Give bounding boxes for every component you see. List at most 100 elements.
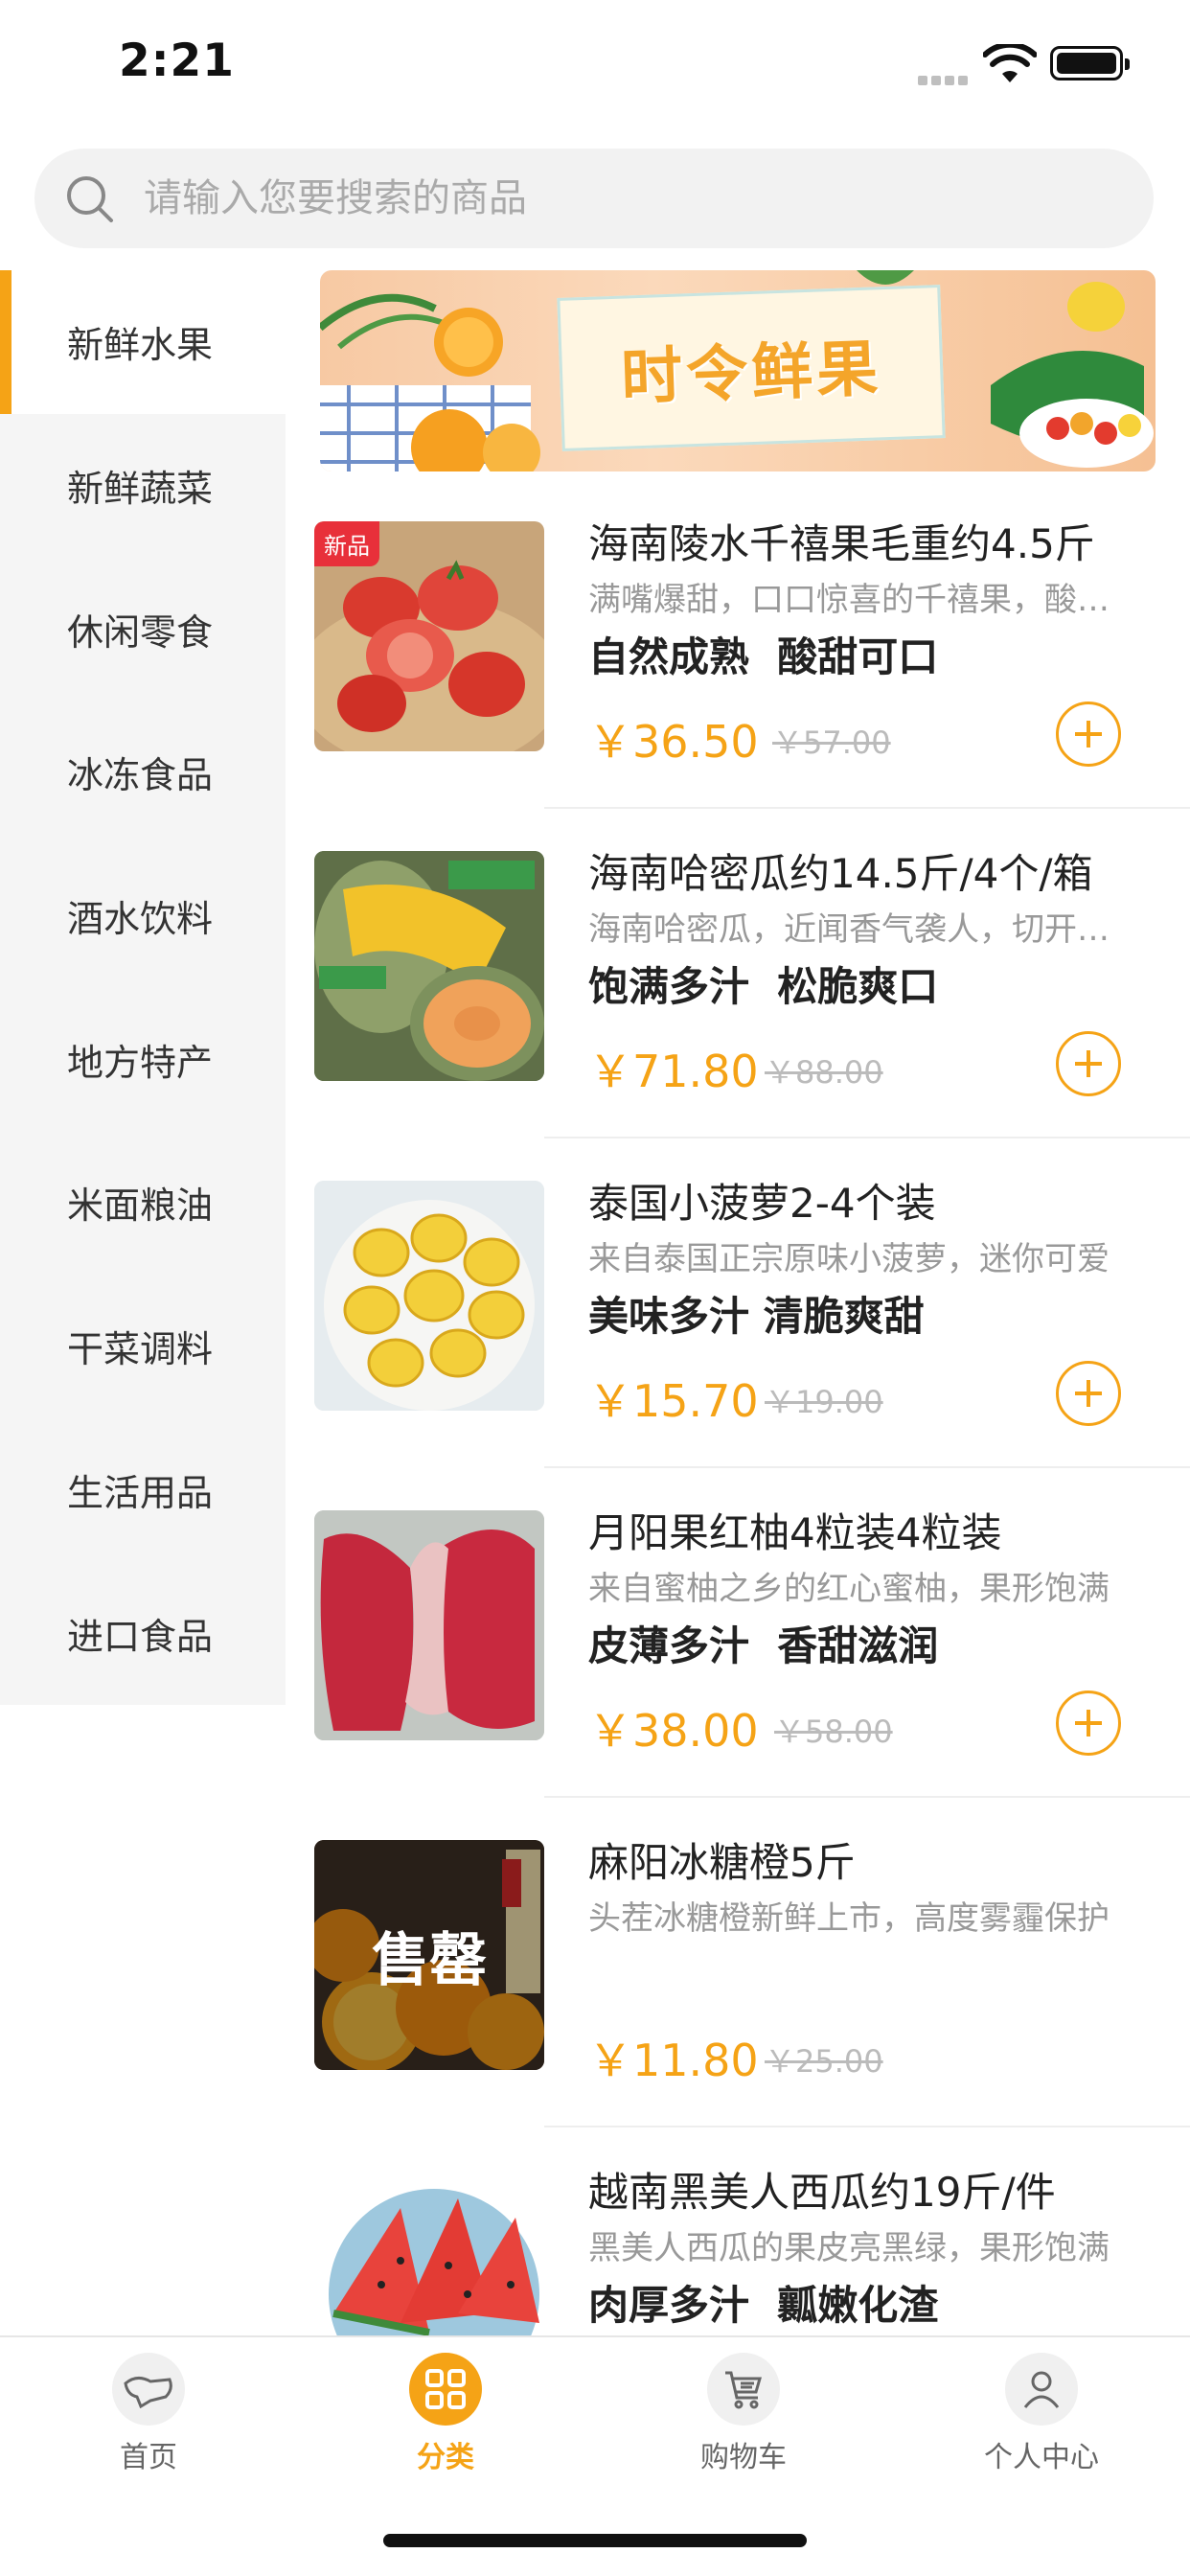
- product-original-price: ￥88.00: [765, 1054, 883, 1091]
- search-input[interactable]: [144, 149, 1102, 248]
- product-image-pomelo[interactable]: [314, 1510, 544, 1740]
- product-slogan: 饱满多汁 松脆爽口: [588, 963, 939, 1010]
- sidebar-item-drinks[interactable]: 酒水饮料: [0, 844, 286, 988]
- tab-home[interactable]: 首页: [53, 2353, 244, 2475]
- product-desc: 来自泰国正宗原味小菠萝，迷你可爱: [588, 1240, 1110, 1278]
- watermelon-image: [329, 2189, 539, 2335]
- product-item[interactable]: 泰国小菠萝2-4个装 来自泰国正宗原味小菠萝，迷你可爱 美味多汁 清脆爽甜 ￥1…: [286, 1138, 1190, 1468]
- sidebar-item-fresh-vegetables[interactable]: 新鲜蔬菜: [0, 414, 286, 558]
- sidebar-item-label: 生活用品: [67, 1471, 214, 1514]
- sidebar-item-label: 地方特产: [67, 1041, 214, 1084]
- add-to-cart-button[interactable]: [1056, 1031, 1121, 1096]
- product-item[interactable]: 越南黑美人西瓜约19斤/件 黑美人西瓜的果皮亮黑绿，果形饱满 肉厚多汁 瓤嫩化渣: [286, 2128, 1190, 2335]
- product-item[interactable]: 海南哈密瓜约14.5斤/4个/箱 海南哈密瓜，近闻香气袭人，切开果肉 饱满多汁 …: [286, 809, 1190, 1138]
- add-to-cart-button[interactable]: [1056, 1361, 1121, 1426]
- product-desc: 黑美人西瓜的果皮亮黑绿，果形饱满: [588, 2229, 1110, 2267]
- category-icon: [409, 2353, 482, 2426]
- product-image-watermelon[interactable]: [314, 2170, 544, 2335]
- wifi-icon: [983, 44, 1037, 82]
- status-time: 2:21: [119, 34, 235, 87]
- add-to-cart-button[interactable]: [1056, 702, 1121, 767]
- product-slogan: 皮薄多汁 香甜滋润: [588, 1622, 939, 1669]
- product-title[interactable]: 麻阳冰糖橙5斤: [588, 1830, 1125, 1889]
- sidebar-item-snacks[interactable]: 休闲零食: [0, 557, 286, 701]
- sidebar-item-grain-oil[interactable]: 米面粮油: [0, 1131, 286, 1275]
- sold-out-overlay: 售罄: [314, 1840, 544, 2070]
- product-original-price: ￥58.00: [774, 1714, 893, 1750]
- product-image-cantaloupe[interactable]: [314, 851, 544, 1081]
- sidebar-item-label: 干菜调料: [67, 1328, 214, 1371]
- product-title[interactable]: 海南哈密瓜约14.5斤/4个/箱: [588, 841, 1125, 900]
- tab-cart[interactable]: 购物车: [648, 2353, 839, 2475]
- sidebar-item-label: 进口食品: [67, 1615, 214, 1658]
- search-bar[interactable]: [34, 149, 1154, 248]
- product-title[interactable]: 海南陵水千禧果毛重约4.5斤: [588, 512, 1125, 570]
- sidebar-item-seasoning[interactable]: 干菜调料: [0, 1275, 286, 1418]
- tab-label: 首页: [120, 2441, 177, 2474]
- pomelo-image: [314, 1510, 544, 1740]
- product-item[interactable]: 新品 海南陵水千禧果毛重约4.5斤 满嘴爆甜，口口惊喜的千禧果，酸甜可口 自然成…: [286, 479, 1190, 809]
- product-list: 新品 海南陵水千禧果毛重约4.5斤 满嘴爆甜，口口惊喜的千禧果，酸甜可口 自然成…: [286, 479, 1190, 2335]
- sidebar-item-frozen-food[interactable]: 冰冻食品: [0, 701, 286, 844]
- product-slogan: 自然成熟 酸甜可口: [588, 633, 939, 680]
- product-title[interactable]: 月阳果红柚4粒装4粒装: [588, 1501, 1125, 1559]
- tab-category[interactable]: 分类: [350, 2353, 541, 2475]
- product-image-pineapple[interactable]: [314, 1181, 544, 1411]
- product-original-price: ￥25.00: [765, 2043, 883, 2080]
- home-indicator: [383, 2534, 807, 2547]
- product-slogan: 肉厚多汁 瓤嫩化渣: [588, 2282, 939, 2329]
- sidebar-item-label: 冰冻食品: [67, 754, 214, 797]
- banner-label: 时令鲜果: [557, 285, 946, 451]
- product-item[interactable]: 月阳果红柚4粒装4粒装 来自蜜柚之乡的红心蜜柚，果形饱满 皮薄多汁 香甜滋润 ￥…: [286, 1468, 1190, 1798]
- product-desc: 满嘴爆甜，口口惊喜的千禧果，酸甜可口: [588, 581, 1125, 619]
- sidebar-item-label: 新鲜蔬菜: [67, 468, 214, 511]
- banner-title: 时令鲜果: [620, 334, 883, 414]
- tab-profile[interactable]: 个人中心: [946, 2353, 1137, 2475]
- cantaloupe-image: [314, 851, 544, 1081]
- product-original-price: ￥57.00: [772, 724, 891, 761]
- home-icon: [112, 2353, 185, 2426]
- search-icon: [67, 176, 113, 222]
- plus-icon: [1075, 1380, 1102, 1407]
- product-price: ￥36.50: [588, 716, 759, 768]
- product-title[interactable]: 越南黑美人西瓜约19斤/件: [588, 2160, 1125, 2219]
- pineapple-image: [314, 1181, 544, 1411]
- sidebar-item-local-specialty[interactable]: 地方特产: [0, 987, 286, 1131]
- product-desc: 海南哈密瓜，近闻香气袭人，切开果肉: [588, 910, 1125, 949]
- product-price: ￥71.80: [588, 1046, 759, 1097]
- product-item[interactable]: 售罄 麻阳冰糖橙5斤 头茬冰糖橙新鲜上市，高度雾霾保护 ￥11.80 ￥25.0…: [286, 1798, 1190, 2128]
- product-original-price: ￥19.00: [765, 1384, 883, 1420]
- battery-icon: [1050, 46, 1130, 80]
- plus-icon: [1075, 721, 1102, 748]
- cart-icon: [707, 2353, 780, 2426]
- tab-label: 个人中心: [984, 2441, 1099, 2474]
- sidebar-item-fresh-fruit[interactable]: 新鲜水果: [0, 270, 286, 414]
- product-image-orange[interactable]: 售罄: [314, 1840, 544, 2070]
- cellular-signal-icon: [918, 71, 973, 85]
- add-to-cart-button[interactable]: [1056, 1690, 1121, 1756]
- sidebar-item-label: 酒水饮料: [67, 898, 214, 941]
- user-icon: [1005, 2353, 1078, 2426]
- product-title[interactable]: 泰国小菠萝2-4个装: [588, 1171, 1125, 1230]
- plus-icon: [1075, 1710, 1102, 1736]
- new-badge: 新品: [314, 521, 379, 566]
- product-slogan: 美味多汁 清脆爽甜: [588, 1293, 925, 1340]
- sidebar-item-daily-goods[interactable]: 生活用品: [0, 1418, 286, 1562]
- product-image-tomatoes[interactable]: 新品: [314, 521, 544, 751]
- promo-banner[interactable]: 时令鲜果: [320, 270, 1156, 472]
- product-price: ￥11.80: [588, 2035, 759, 2086]
- category-sidebar: 新鲜水果 新鲜蔬菜 休闲零食 冰冻食品 酒水饮料 地方特产 米面粮油 干菜调料 …: [0, 270, 286, 1705]
- sidebar-item-label: 米面粮油: [67, 1184, 214, 1228]
- sidebar-item-label: 休闲零食: [67, 610, 214, 654]
- sold-out-label: 售罄: [372, 1926, 487, 1994]
- tab-label: 购物车: [700, 2441, 787, 2474]
- status-bar: 2:21: [0, 0, 1190, 134]
- product-price: ￥38.00: [588, 1705, 759, 1757]
- product-desc: 来自蜜柚之乡的红心蜜柚，果形饱满: [588, 1570, 1110, 1608]
- product-price: ￥15.70: [588, 1375, 759, 1427]
- product-desc: 头茬冰糖橙新鲜上市，高度雾霾保护: [588, 1899, 1110, 1938]
- plus-icon: [1075, 1050, 1102, 1077]
- sidebar-item-imported-food[interactable]: 进口食品: [0, 1561, 286, 1705]
- tab-label: 分类: [417, 2441, 474, 2474]
- sidebar-item-label: 新鲜水果: [67, 324, 214, 367]
